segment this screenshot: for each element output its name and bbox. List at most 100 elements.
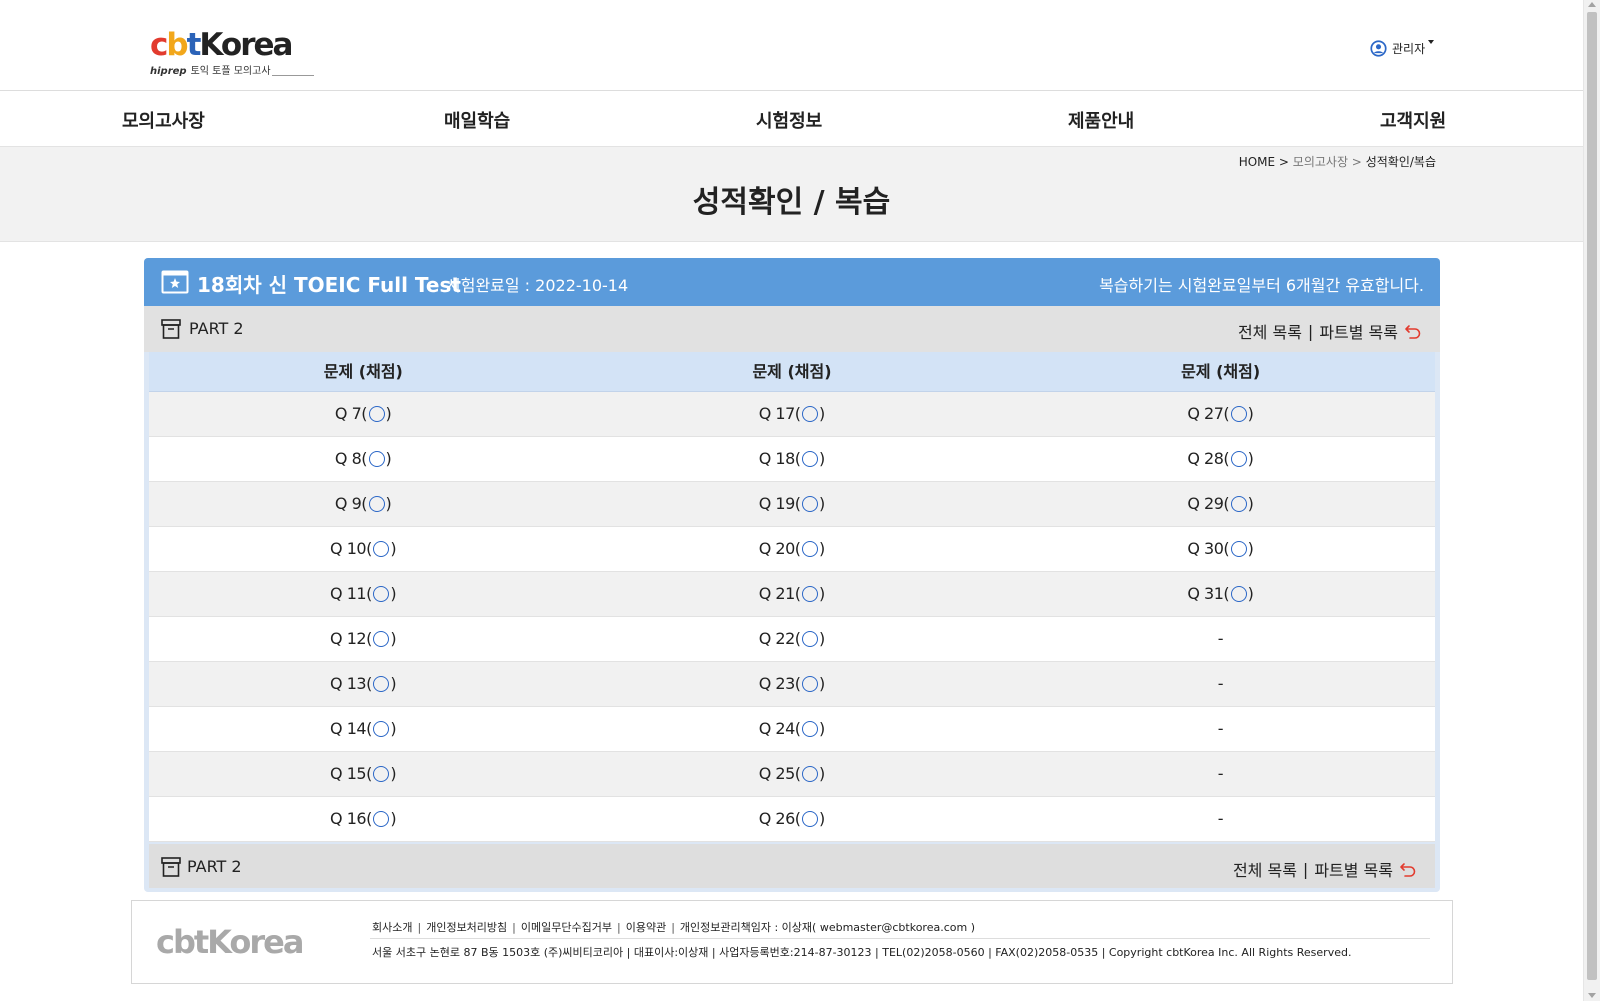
question-number[interactable]: Q 16 <box>330 797 367 841</box>
correct-circle-icon <box>368 406 385 422</box>
question-cell[interactable]: Q 16() <box>149 797 578 841</box>
paren-open: ( <box>366 719 373 738</box>
logo-letter-c: c <box>150 27 168 63</box>
test-sheet-icon <box>161 270 189 294</box>
question-number[interactable]: Q 29 <box>1187 482 1224 526</box>
nav-item-exam-info[interactable]: 시험정보 <box>756 107 822 133</box>
question-cell[interactable]: Q 13() <box>149 662 578 706</box>
correct-circle-icon <box>1230 451 1247 467</box>
part-bar-bottom: PART 2 전체 목록 | 파트별 목록 <box>149 844 1435 888</box>
question-cell[interactable]: Q 10() <box>149 527 578 571</box>
undo-arrow-icon[interactable] <box>1399 860 1417 878</box>
footer-link-terms[interactable]: 이용약관 <box>626 921 666 934</box>
question-number[interactable]: Q 8 <box>335 437 362 481</box>
paren-close: ) <box>819 719 826 738</box>
question-number[interactable]: Q 26 <box>759 797 796 841</box>
table-row: Q 14() Q 24() - <box>149 707 1435 752</box>
paren-open: ( <box>1223 494 1230 513</box>
question-number[interactable]: Q 14 <box>330 707 367 751</box>
question-cell[interactable]: Q 23() <box>578 662 1007 706</box>
user-menu[interactable]: 관리자 <box>1370 38 1435 58</box>
nav-item-support[interactable]: 고객지원 <box>1380 107 1446 133</box>
question-number[interactable]: Q 15 <box>330 752 367 796</box>
question-number[interactable]: Q 13 <box>330 662 367 706</box>
question-number[interactable]: Q 7 <box>335 392 362 436</box>
question-number[interactable]: Q 10 <box>330 527 367 571</box>
question-cell[interactable]: Q 27() <box>1006 392 1435 436</box>
footer-logo: cbtKorea <box>156 923 304 961</box>
scrollbar-thumb[interactable] <box>1587 12 1597 980</box>
nav-item-products[interactable]: 제품안내 <box>1068 107 1134 133</box>
question-number[interactable]: Q 17 <box>759 392 796 436</box>
question-number[interactable]: Q 11 <box>330 572 367 616</box>
footer-link-company[interactable]: 회사소개 <box>372 921 412 934</box>
undo-arrow-icon[interactable] <box>1404 322 1422 340</box>
paren-open: ( <box>794 629 801 648</box>
question-number[interactable]: Q 28 <box>1187 437 1224 481</box>
question-cell[interactable]: Q 8() <box>149 437 578 481</box>
question-number[interactable]: Q 18 <box>759 437 796 481</box>
footer-link-email-refusal[interactable]: 이메일무단수집거부 <box>521 921 612 934</box>
question-table: 문제 (채점) 문제 (채점) 문제 (채점) Q 7() Q 17() Q 27(… <box>149 352 1435 842</box>
question-cell[interactable]: Q 30() <box>1006 527 1435 571</box>
question-number[interactable]: Q 31 <box>1187 572 1224 616</box>
nav-item-mock-test[interactable]: 모의고사장 <box>122 107 205 133</box>
part-list-link[interactable]: 파트별 목록 <box>1314 857 1393 881</box>
question-number[interactable]: Q 21 <box>759 572 796 616</box>
table-row: Q 12() Q 22() - <box>149 617 1435 662</box>
part-list-link[interactable]: 파트별 목록 <box>1319 319 1398 343</box>
question-cell[interactable]: Q 12() <box>149 617 578 661</box>
question-cell[interactable]: Q 7() <box>149 392 578 436</box>
empty-cell: - <box>1006 797 1435 841</box>
footer-link-privacy[interactable]: 개인정보처리방침 <box>426 921 507 934</box>
question-number[interactable]: Q 25 <box>759 752 796 796</box>
all-list-link[interactable]: 전체 목록 <box>1233 857 1297 881</box>
nav-item-daily-study[interactable]: 매일학습 <box>444 107 510 133</box>
question-cell[interactable]: Q 25() <box>578 752 1007 796</box>
table-row: Q 16() Q 26() - <box>149 797 1435 842</box>
question-cell[interactable]: Q 31() <box>1006 572 1435 616</box>
question-cell[interactable]: Q 18() <box>578 437 1007 481</box>
table-row: Q 7() Q 17() Q 27() <box>149 392 1435 437</box>
breadcrumb-home[interactable]: HOME > <box>1239 155 1289 169</box>
table-row: Q 11() Q 21() Q 31() <box>149 572 1435 617</box>
question-cell[interactable]: Q 26() <box>578 797 1007 841</box>
question-cell[interactable]: Q 9() <box>149 482 578 526</box>
question-number[interactable]: Q 24 <box>759 707 796 751</box>
correct-circle-icon <box>373 766 390 782</box>
question-number[interactable]: Q 20 <box>759 527 796 571</box>
site-logo[interactable]: cbtKorea hiprep 토익 토플 모의고사 <box>150 28 315 80</box>
vertical-scrollbar[interactable] <box>1583 0 1600 1001</box>
all-list-link[interactable]: 전체 목록 <box>1238 319 1302 343</box>
breadcrumb-mock-test[interactable]: 모의고사장 > <box>1293 155 1362 169</box>
question-cell[interactable]: Q 15() <box>149 752 578 796</box>
question-number[interactable]: Q 9 <box>335 482 362 526</box>
paren-close: ) <box>819 764 826 783</box>
question-cell[interactable]: Q 11() <box>149 572 578 616</box>
question-cell[interactable]: Q 24() <box>578 707 1007 751</box>
question-number[interactable]: Q 27 <box>1187 392 1224 436</box>
question-cell[interactable]: Q 17() <box>578 392 1007 436</box>
logo-word-korea: Korea <box>199 27 293 63</box>
footer-divider <box>370 938 1430 939</box>
question-number[interactable]: Q 23 <box>759 662 796 706</box>
question-cell[interactable]: Q 28() <box>1006 437 1435 481</box>
question-number[interactable]: Q 30 <box>1187 527 1224 571</box>
question-cell[interactable]: Q 22() <box>578 617 1007 661</box>
question-cell[interactable]: Q 29() <box>1006 482 1435 526</box>
question-cell[interactable]: Q 14() <box>149 707 578 751</box>
question-number[interactable]: Q 22 <box>759 617 796 661</box>
paren-close: ) <box>819 674 826 693</box>
paren-open: ( <box>361 449 368 468</box>
question-cell[interactable]: Q 20() <box>578 527 1007 571</box>
paren-open: ( <box>794 764 801 783</box>
correct-circle-icon <box>1230 586 1247 602</box>
column-header: 문제 (채점) <box>323 362 403 381</box>
question-number[interactable]: Q 19 <box>759 482 796 526</box>
correct-circle-icon <box>802 496 818 512</box>
question-cell[interactable]: Q 21() <box>578 572 1007 616</box>
scroll-up-arrow-icon[interactable] <box>1588 2 1596 7</box>
scroll-down-arrow-icon[interactable] <box>1588 993 1596 998</box>
question-number[interactable]: Q 12 <box>330 617 367 661</box>
question-cell[interactable]: Q 19() <box>578 482 1007 526</box>
